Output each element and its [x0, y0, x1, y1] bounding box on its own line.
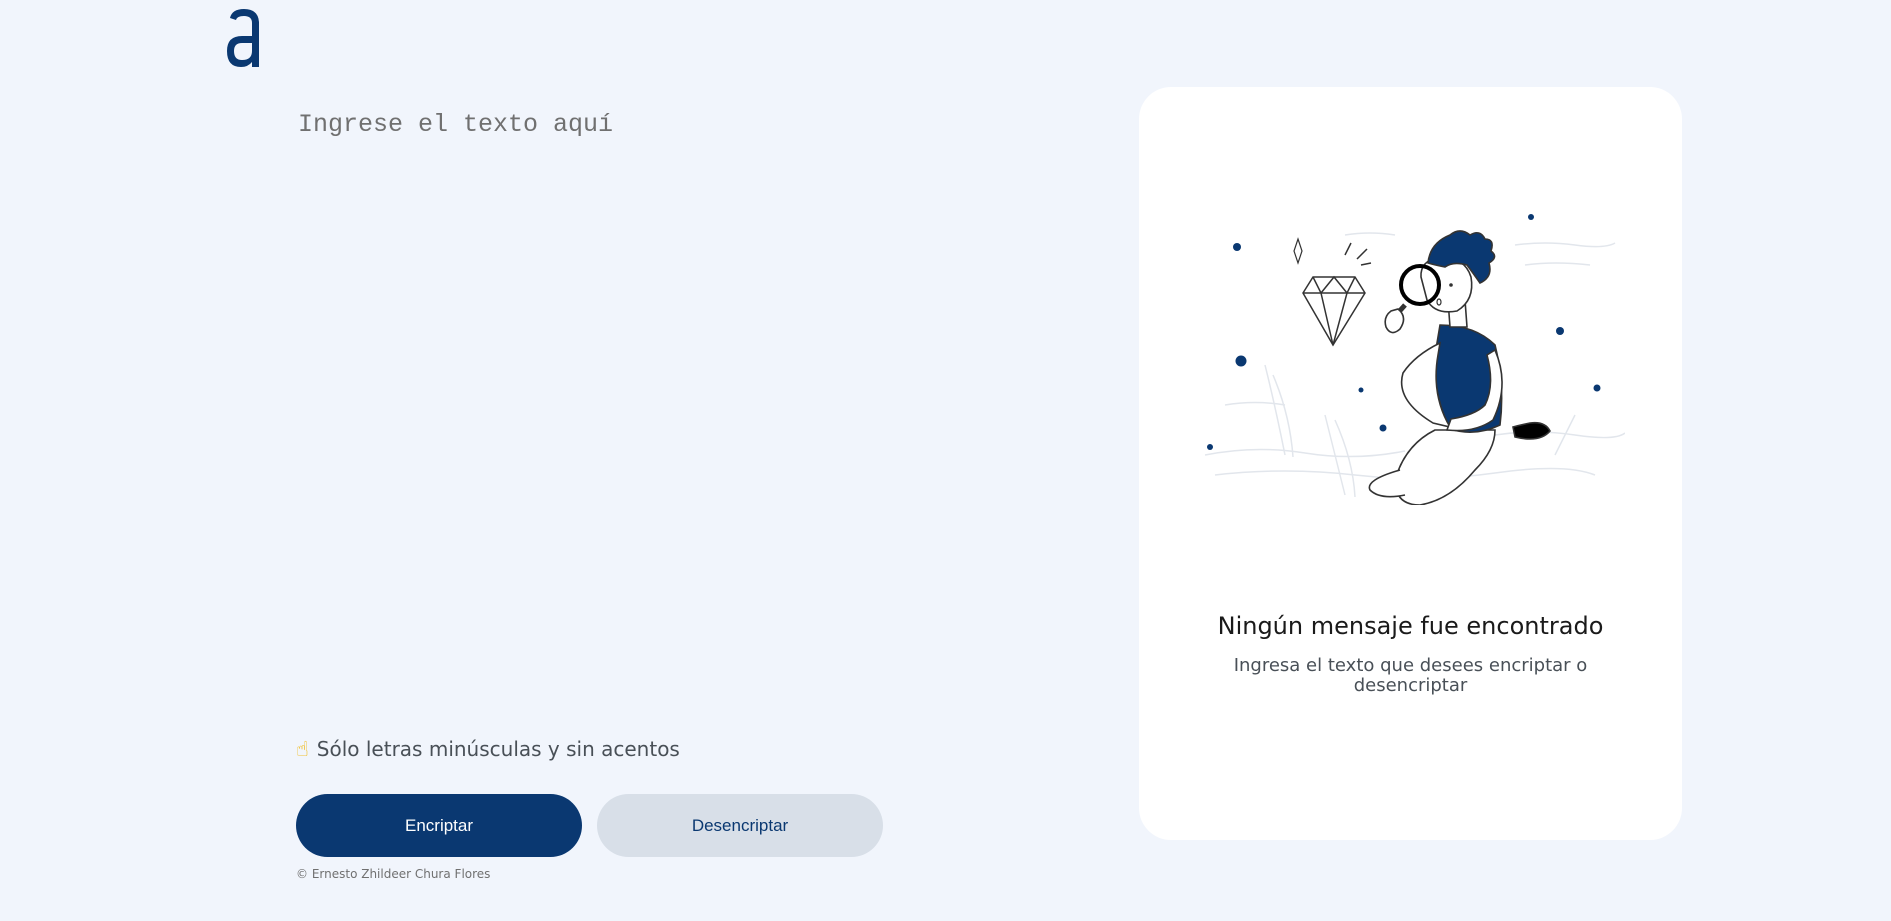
alura-logo-icon[interactable] — [222, 6, 266, 70]
text-input[interactable] — [296, 108, 1060, 712]
page: ☝ Sólo letras minúsculas y sin acentos E… — [0, 0, 1891, 921]
encrypt-button[interactable]: Encriptar — [296, 794, 582, 857]
output-card: Ningún mensaje fue encontrado Ingresa el… — [1139, 87, 1682, 840]
empty-state-subtitle: Ingresa el texto que desees encriptar o … — [1233, 655, 1588, 696]
hint-message: ☝ Sólo letras minúsculas y sin acentos — [296, 737, 680, 761]
footer-copyright: © Ernesto Zhildeer Chura Flores — [296, 867, 491, 881]
empty-state-title: Ningún mensaje fue encontrado — [1217, 612, 1604, 640]
decrypt-button[interactable]: Desencriptar — [597, 794, 883, 857]
pointing-finger-icon: ☝ — [296, 736, 309, 761]
hint-text: Sólo letras minúsculas y sin acentos — [316, 737, 680, 761]
person-with-magnifying-glass-illustration — [1204, 214, 1625, 505]
